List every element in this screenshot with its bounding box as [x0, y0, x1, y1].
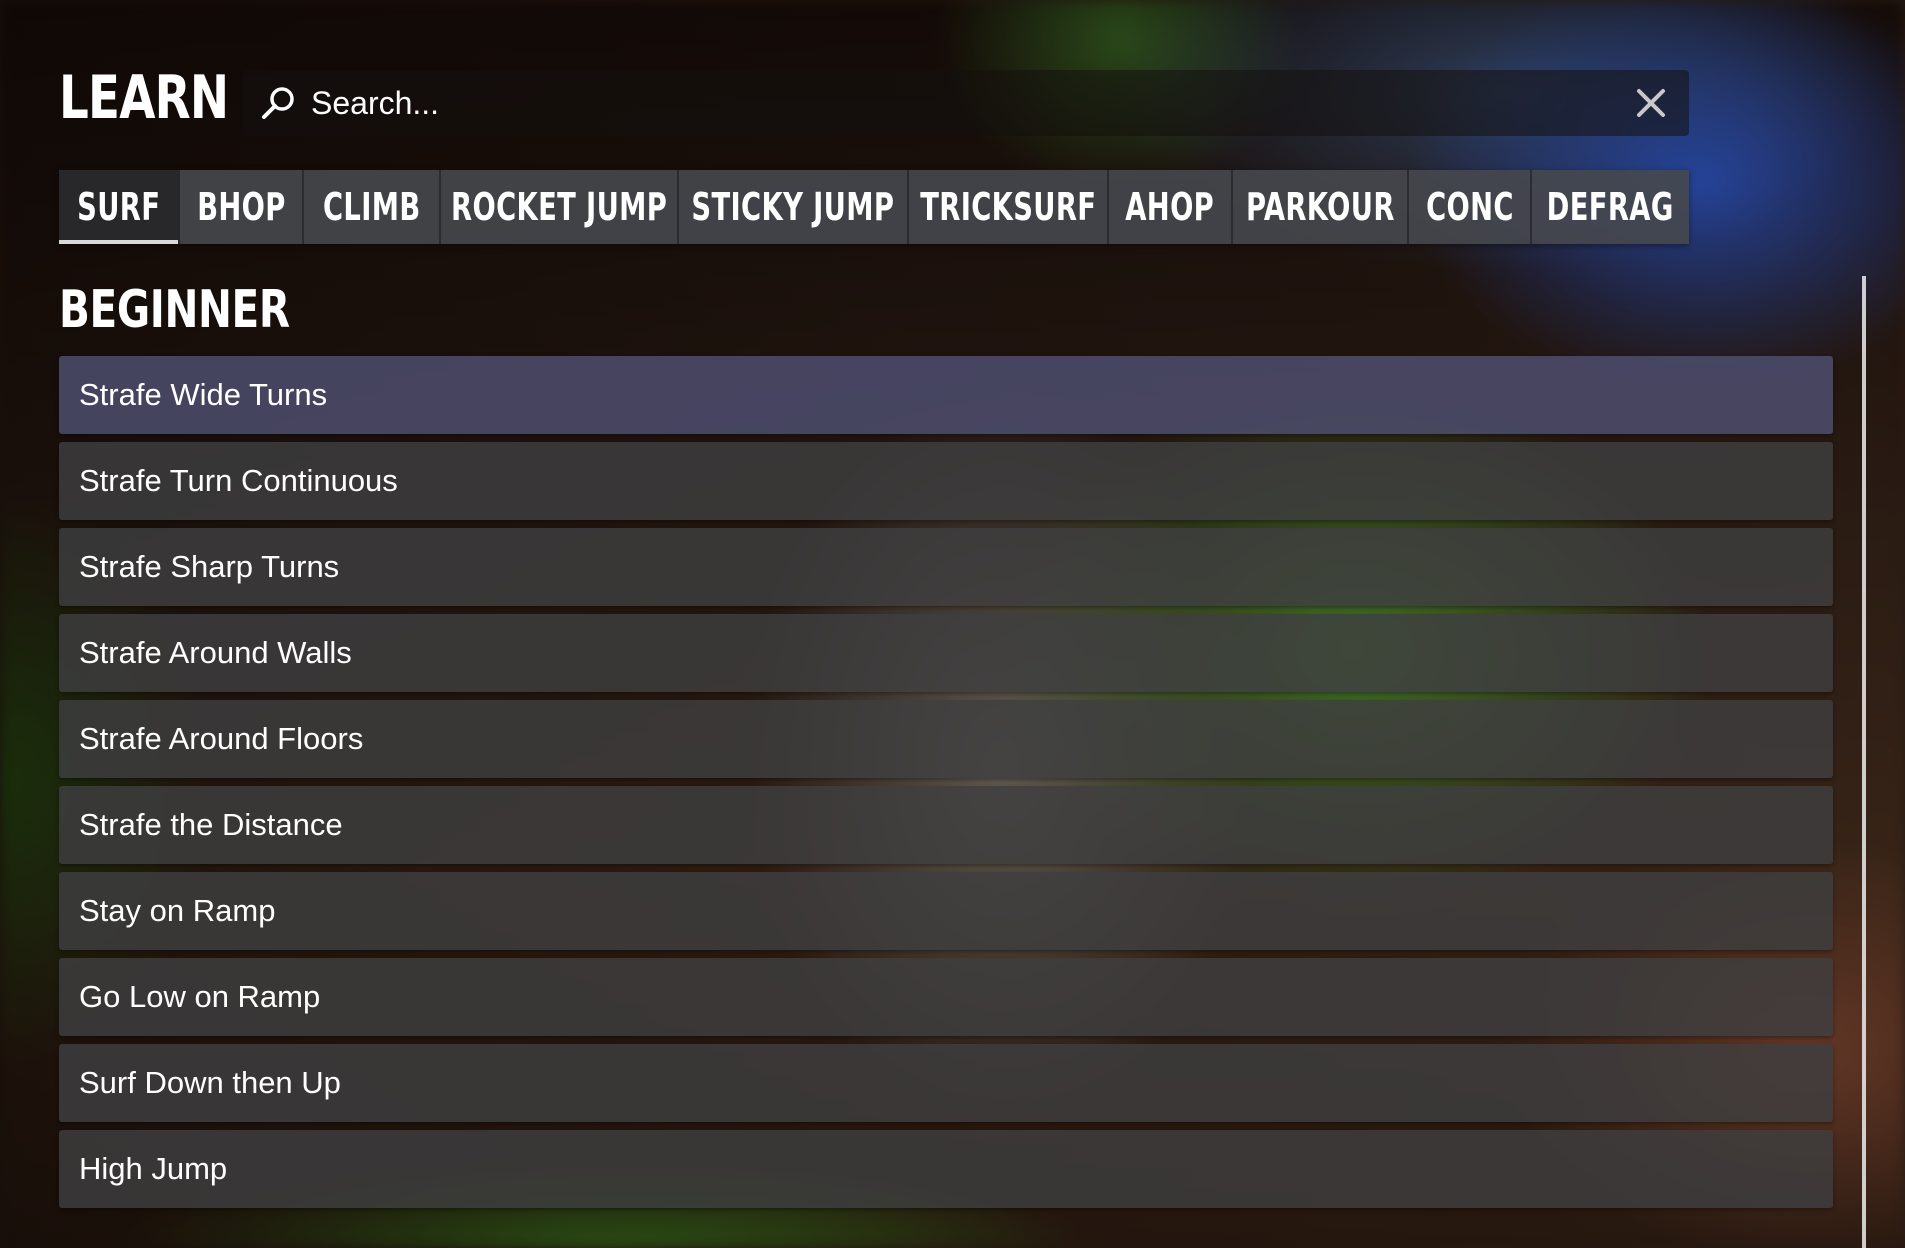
lesson-label: Strafe Turn Continuous [79, 463, 398, 498]
tab-sticky-jump[interactable]: STICKY JUMP [679, 170, 909, 244]
lesson-label: Surf Down then Up [79, 1065, 341, 1100]
tab-rocket-jump[interactable]: ROCKET JUMP [441, 170, 679, 244]
tab-label: STICKY JUMP [691, 185, 895, 229]
lesson-label: Strafe the Distance [79, 807, 343, 842]
section-title: BEGINNER [59, 280, 290, 340]
tab-parkour[interactable]: PARKOUR [1233, 170, 1409, 244]
tab-label: PARKOUR [1245, 185, 1395, 229]
scrollbar-thumb[interactable] [1862, 276, 1866, 1248]
tab-label: CLIMB [322, 185, 421, 229]
list-item[interactable]: Strafe Around Walls [59, 614, 1833, 692]
search-input[interactable] [311, 70, 1591, 136]
list-item[interactable]: Strafe the Distance [59, 786, 1833, 864]
tab-label: DEFRAG [1547, 185, 1674, 229]
learn-panel: LEARN SURF BHOP CLIMB ROCKET JUMP ST [59, 56, 1869, 1248]
list-item[interactable]: Strafe Turn Continuous [59, 442, 1833, 520]
list-item[interactable]: High Jump [59, 1130, 1833, 1208]
lesson-label: Stay on Ramp [79, 893, 276, 928]
tab-label: BHOP [196, 185, 286, 229]
header: LEARN [59, 56, 1689, 136]
search-icon [262, 87, 294, 119]
lesson-list: Strafe Wide Turns Strafe Turn Continuous… [59, 356, 1833, 1216]
list-item[interactable]: Surf Down then Up [59, 1044, 1833, 1122]
tab-label: TRICKSURF [919, 185, 1097, 229]
list-item[interactable]: Strafe Sharp Turns [59, 528, 1833, 606]
page-title: LEARN [59, 63, 229, 133]
search-bar[interactable] [243, 70, 1689, 136]
tab-tricksurf[interactable]: TRICKSURF [909, 170, 1109, 244]
lesson-label: Strafe Around Floors [79, 721, 364, 756]
tab-conc[interactable]: CONC [1409, 170, 1532, 244]
tab-climb[interactable]: CLIMB [304, 170, 441, 244]
list-item[interactable]: Strafe Wide Turns [59, 356, 1833, 434]
tab-label: SURF [76, 185, 161, 229]
tab-label: ROCKET JUMP [450, 185, 668, 229]
tab-label: AHOP [1125, 185, 1215, 229]
tab-label: CONC [1425, 185, 1514, 229]
lesson-label: Strafe Around Walls [79, 635, 352, 670]
tab-bhop[interactable]: BHOP [180, 170, 304, 244]
list-item[interactable]: Go Low on Ramp [59, 958, 1833, 1036]
list-item[interactable]: Strafe Around Floors [59, 700, 1833, 778]
lesson-label: High Jump [79, 1151, 228, 1186]
tab-surf[interactable]: SURF [59, 170, 180, 244]
tab-ahop[interactable]: AHOP [1109, 170, 1233, 244]
scrollbar[interactable] [1862, 276, 1866, 1248]
lesson-label: Strafe Sharp Turns [79, 549, 340, 584]
lesson-label: Go Low on Ramp [79, 979, 321, 1014]
tab-defrag[interactable]: DEFRAG [1532, 170, 1689, 244]
category-tabs: SURF BHOP CLIMB ROCKET JUMP STICKY JUMP … [59, 170, 1689, 244]
close-icon[interactable] [1633, 85, 1669, 121]
list-item[interactable]: Stay on Ramp [59, 872, 1833, 950]
lesson-label: Strafe Wide Turns [79, 377, 328, 412]
